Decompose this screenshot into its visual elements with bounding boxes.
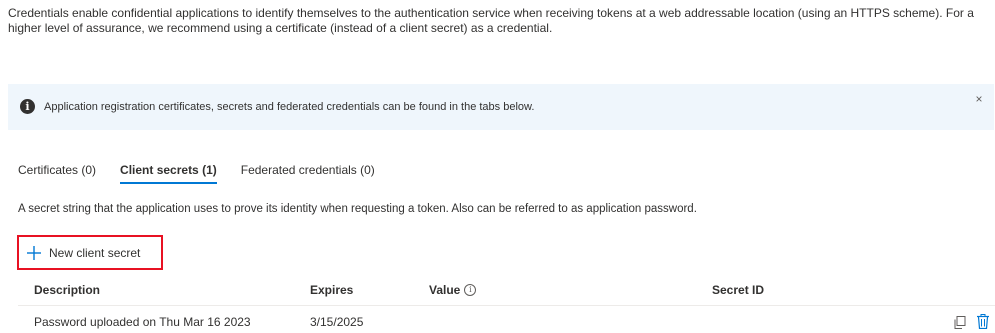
table-header-divider [18, 305, 995, 306]
secret-expires-cell: 3/15/2025 [310, 315, 364, 329]
column-header-description: Description [34, 283, 101, 297]
table-row: Password uploaded on Thu Mar 16 2023 3/1… [34, 314, 994, 332]
column-header-value: Value i [429, 282, 477, 298]
close-icon[interactable]: × [972, 92, 986, 106]
new-client-secret-button[interactable]: New client secret [17, 235, 163, 270]
column-header-secret-id: Secret ID [712, 283, 765, 297]
client-secrets-description: A secret string that the application use… [18, 203, 697, 215]
value-info-icon[interactable]: i [464, 284, 477, 296]
tab-client-secrets[interactable]: Client secrets (1) [120, 162, 217, 184]
tab-certificates[interactable]: Certificates (0) [18, 162, 96, 184]
column-header-expires: Expires [310, 283, 354, 297]
info-banner-text: Application registration certificates, s… [44, 101, 535, 113]
copy-icon[interactable] [954, 316, 966, 329]
info-icon: i [20, 99, 35, 114]
secret-description-cell: Password uploaded on Thu Mar 16 2023 [34, 315, 251, 329]
new-client-secret-label: New client secret [49, 245, 141, 260]
info-banner: i Application registration certificates,… [8, 84, 994, 130]
credentials-tabs: Certificates (0) Client secrets (1) Fede… [18, 162, 399, 186]
column-header-value-label: Value [429, 283, 461, 297]
credentials-intro-text: Credentials enable confidential applicat… [8, 6, 974, 35]
plus-icon [27, 245, 41, 260]
tab-federated-credentials[interactable]: Federated credentials (0) [241, 162, 375, 184]
delete-icon[interactable] [977, 314, 989, 329]
